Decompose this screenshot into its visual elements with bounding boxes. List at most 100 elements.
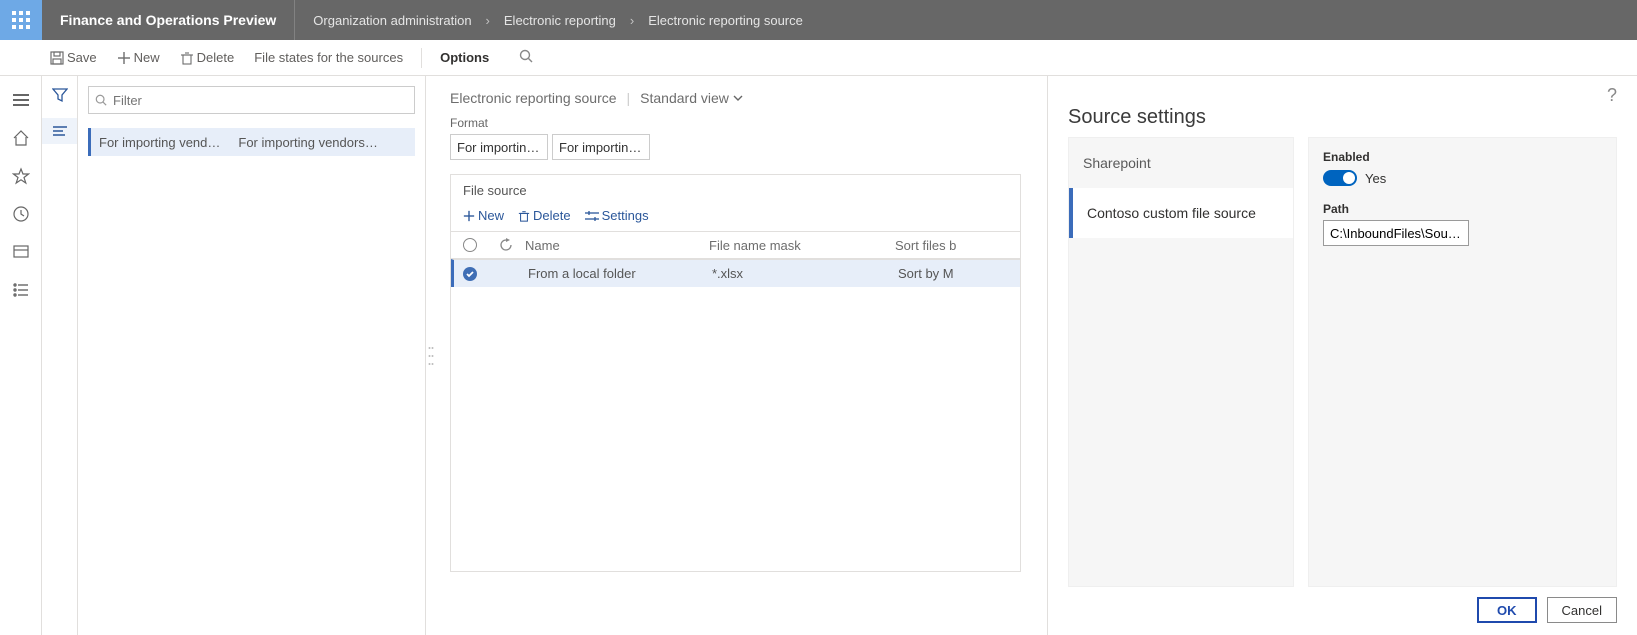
- panel-title: Source settings: [1068, 106, 1617, 129]
- list-pane: For importing vend… For importing vendor…: [78, 76, 426, 635]
- ok-button[interactable]: OK: [1477, 597, 1537, 623]
- trash-icon: [518, 210, 530, 222]
- app-title: Finance and Operations Preview: [42, 0, 295, 40]
- panel-footer: OK Cancel: [1068, 597, 1617, 623]
- file-source-card: File source New Delete Settings: [450, 174, 1021, 572]
- cancel-button[interactable]: Cancel: [1547, 597, 1617, 623]
- card-commands: New Delete Settings: [451, 206, 1020, 231]
- enabled-label: Enabled: [1323, 150, 1602, 164]
- new-button[interactable]: New: [109, 40, 168, 75]
- row-mask: *.xlsx: [712, 266, 898, 281]
- breadcrumb-item[interactable]: Electronic reporting source: [648, 13, 803, 28]
- save-label: Save: [67, 50, 97, 65]
- format-section: Format For importin… For importin…: [450, 116, 1021, 160]
- column-name-header[interactable]: Name: [521, 238, 709, 253]
- nav-hamburger-button[interactable]: [11, 90, 31, 110]
- plus-icon: [117, 51, 131, 65]
- main-content: Electronic reporting source | Standard v…: [436, 76, 1047, 635]
- refresh-header[interactable]: [491, 238, 521, 252]
- options-button[interactable]: Options: [432, 40, 497, 75]
- view-label: Standard view: [640, 90, 729, 106]
- column-mask-header[interactable]: File name mask: [709, 238, 895, 253]
- home-icon: [12, 129, 30, 147]
- card-settings-button[interactable]: Settings: [585, 208, 649, 223]
- list-item-col1: For importing vend…: [99, 135, 220, 150]
- format-field-1[interactable]: For importin…: [450, 134, 548, 160]
- delete-button[interactable]: Delete: [172, 40, 243, 75]
- list-icon: [12, 281, 30, 299]
- path-label: Path: [1323, 202, 1602, 216]
- format-field-2[interactable]: For importin…: [552, 134, 650, 160]
- breadcrumb: Organization administration › Electronic…: [295, 0, 821, 40]
- file-states-label: File states for the sources: [254, 50, 403, 65]
- breadcrumb-item[interactable]: Organization administration: [313, 13, 471, 28]
- command-bar: Save New Delete File states for the sour…: [0, 40, 1637, 76]
- nav-modules-button[interactable]: [11, 280, 31, 300]
- source-settings-panel: ? Source settings Sharepoint Contoso cus…: [1047, 76, 1637, 635]
- hamburger-icon: [13, 94, 29, 106]
- nav-favorites-button[interactable]: [11, 166, 31, 186]
- save-button[interactable]: Save: [42, 40, 105, 75]
- search-icon: [95, 94, 107, 106]
- chevron-right-icon: ›: [630, 13, 634, 28]
- plus-icon: [463, 210, 475, 222]
- path-input[interactable]: [1323, 220, 1469, 246]
- card-settings-label: Settings: [602, 208, 649, 223]
- workspace-icon: [12, 243, 30, 261]
- row-sort: Sort by M: [898, 266, 1020, 281]
- waffle-button[interactable]: [0, 0, 42, 40]
- enabled-toggle[interactable]: [1323, 170, 1357, 186]
- panel-tabs: Sharepoint Contoso custom file source: [1068, 137, 1294, 587]
- grid-header: Name File name mask Sort files b: [451, 231, 1020, 259]
- breadcrumb-item[interactable]: Electronic reporting: [504, 13, 616, 28]
- nav-workspaces-button[interactable]: [11, 242, 31, 262]
- row-selected-icon: [463, 267, 477, 281]
- view-dropdown[interactable]: Standard view: [640, 90, 743, 106]
- search-icon: [519, 49, 533, 66]
- chevron-right-icon: ›: [486, 13, 490, 28]
- select-all-header[interactable]: [451, 238, 491, 252]
- page-header: Electronic reporting source | Standard v…: [450, 90, 1021, 106]
- waffle-icon: [12, 11, 30, 29]
- divider: [421, 48, 422, 68]
- filter-input[interactable]: [111, 92, 408, 109]
- list-toolbar: [42, 76, 78, 635]
- panel-form: Enabled Yes Path: [1308, 137, 1617, 587]
- file-states-button[interactable]: File states for the sources: [246, 40, 411, 75]
- enabled-value: Yes: [1365, 171, 1386, 186]
- page-title: Electronic reporting source: [450, 90, 617, 106]
- funnel-icon: [52, 87, 68, 103]
- radio-icon: [463, 238, 477, 252]
- save-icon: [50, 51, 64, 65]
- card-new-button[interactable]: New: [463, 208, 504, 223]
- filter-toggle-button[interactable]: [51, 86, 69, 104]
- column-sort-header[interactable]: Sort files b: [895, 238, 1020, 253]
- list-item[interactable]: For importing vend… For importing vendor…: [88, 128, 415, 156]
- filter-box[interactable]: [88, 86, 415, 114]
- row-name: From a local folder: [524, 266, 712, 281]
- new-label: New: [134, 50, 160, 65]
- trash-icon: [180, 51, 194, 65]
- card-delete-button[interactable]: Delete: [518, 208, 571, 223]
- tab-sharepoint[interactable]: Sharepoint: [1069, 138, 1293, 188]
- card-title: File source: [451, 175, 1020, 206]
- top-bar: Finance and Operations Preview Organizat…: [0, 0, 1637, 40]
- list-toggle-button[interactable]: [42, 118, 77, 144]
- chevron-down-icon: [733, 93, 743, 103]
- nav-home-button[interactable]: [11, 128, 31, 148]
- list-item-col2: For importing vendors'…: [238, 135, 378, 150]
- splitter-handle[interactable]: [426, 76, 436, 635]
- commandbar-search-button[interactable]: [511, 40, 541, 75]
- grip-icon: [428, 344, 434, 368]
- help-button[interactable]: ?: [1607, 85, 1617, 106]
- card-delete-label: Delete: [533, 208, 571, 223]
- nav-recent-button[interactable]: [11, 204, 31, 224]
- format-label: Format: [450, 116, 1021, 130]
- tab-custom-source[interactable]: Contoso custom file source: [1069, 188, 1293, 238]
- left-rail: [0, 76, 42, 635]
- card-new-label: New: [478, 208, 504, 223]
- lines-icon: [53, 126, 67, 136]
- question-icon: ?: [1607, 85, 1617, 105]
- table-row[interactable]: From a local folder *.xlsx Sort by M: [451, 259, 1020, 287]
- refresh-icon: [499, 238, 513, 252]
